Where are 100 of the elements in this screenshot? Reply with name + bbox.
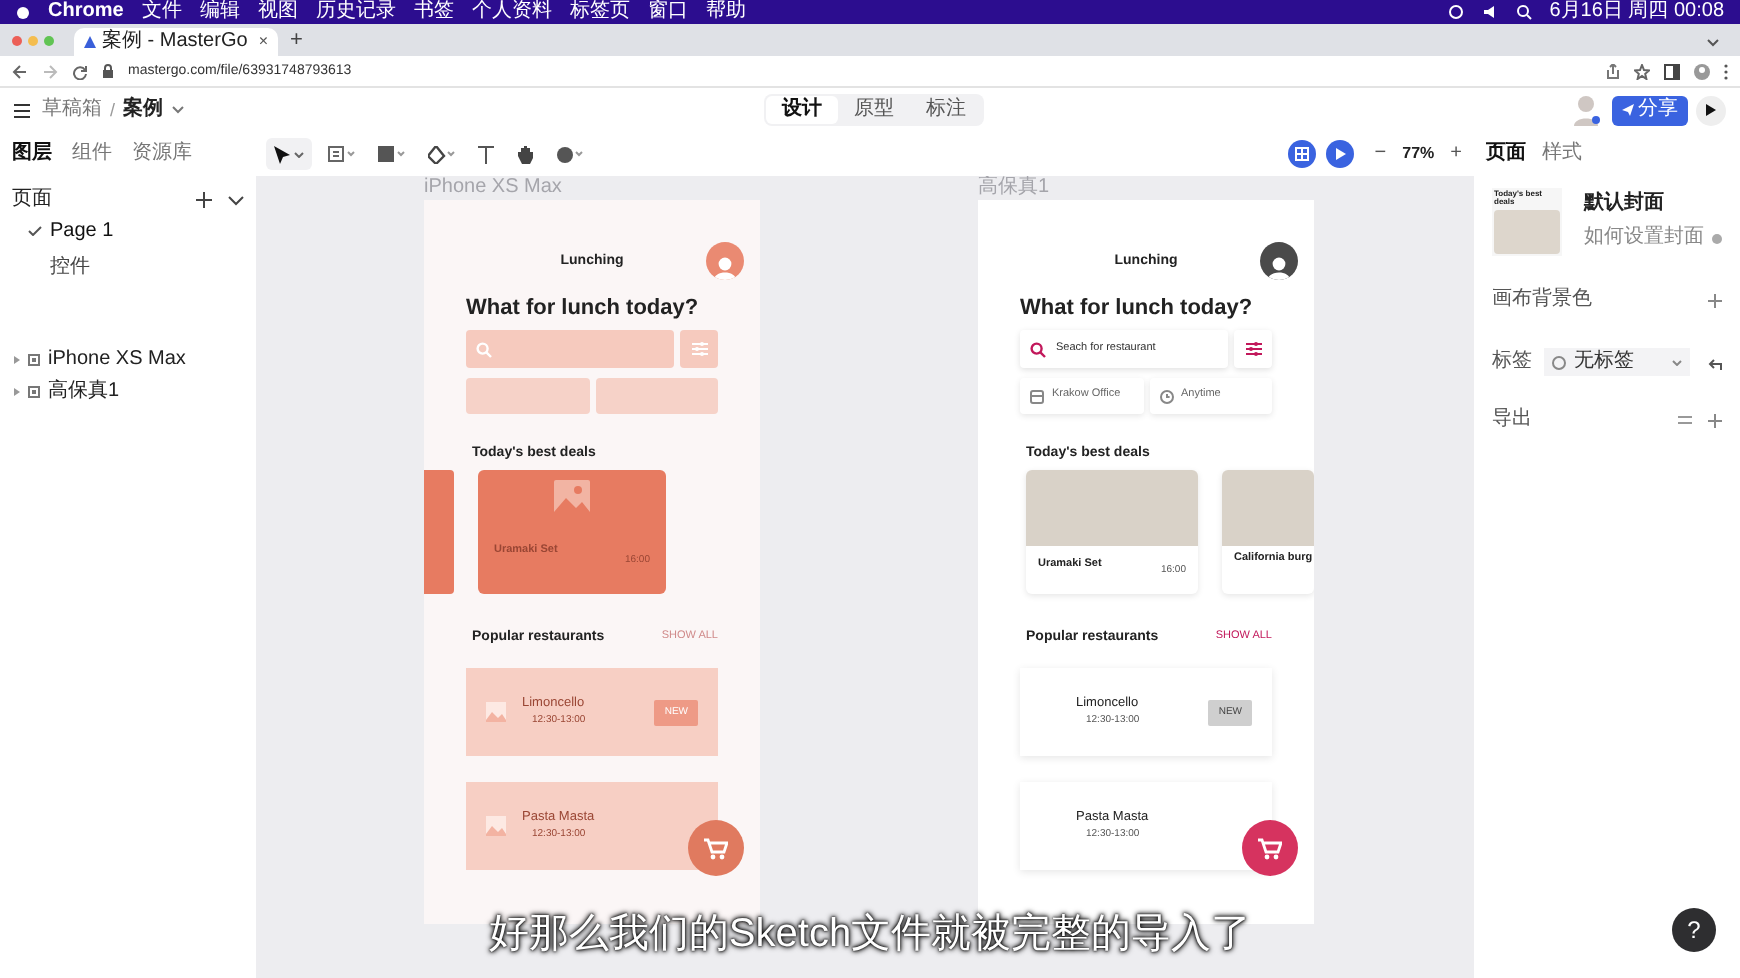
star-icon[interactable] — [1634, 63, 1650, 79]
pen-tool-icon[interactable] — [428, 145, 456, 163]
move-tool[interactable] — [266, 138, 312, 170]
menu-item[interactable]: 编辑 — [199, 2, 240, 22]
play-circle-icon[interactable] — [1326, 140, 1355, 168]
undo-icon[interactable] — [1708, 355, 1722, 369]
play-button[interactable] — [1696, 95, 1726, 125]
page-item[interactable]: Page 1 — [50, 221, 114, 241]
circle-icon — [1552, 355, 1566, 369]
mode-tab[interactable]: 标注 — [910, 96, 982, 124]
cursor-icon — [274, 145, 290, 163]
tab-title: 案例 - MasterGo — [102, 32, 250, 52]
food-photo-placeholder — [1222, 470, 1314, 546]
layer-item[interactable]: 高保真1 — [48, 382, 120, 402]
tag-value: 无标签 — [1574, 352, 1636, 372]
avatar-icon[interactable] — [1572, 94, 1600, 126]
caret-right-icon[interactable] — [14, 388, 20, 396]
chevron-down-icon — [1672, 359, 1682, 365]
chevron-down-icon[interactable] — [171, 106, 184, 114]
cover-title: 默认封面 — [1584, 194, 1666, 214]
text-tool-icon[interactable] — [478, 145, 494, 163]
share-page-icon[interactable] — [1606, 63, 1620, 79]
menu-item[interactable]: 个人资料 — [471, 2, 552, 22]
zoom-level[interactable]: 77% — [1402, 146, 1435, 162]
heading: What for lunch today? — [1020, 298, 1255, 320]
adjust-icon[interactable] — [1678, 414, 1692, 426]
breadcrumb-separator: / — [110, 101, 116, 119]
search-field[interactable] — [466, 330, 674, 368]
image-icon — [486, 702, 506, 722]
page-item[interactable]: 控件 — [50, 257, 90, 277]
image-icon — [486, 816, 506, 836]
mode-tab[interactable]: 设计 — [766, 96, 838, 124]
grid-circle-icon[interactable] — [1288, 140, 1317, 168]
circle-icon[interactable] — [1447, 4, 1464, 20]
building-icon — [1030, 389, 1044, 403]
menu-item[interactable]: 帮助 — [705, 2, 746, 22]
cart-button[interactable] — [1242, 820, 1298, 876]
breadcrumb-folder[interactable]: 草稿箱 — [42, 100, 102, 120]
caret-right-icon[interactable] — [14, 356, 20, 364]
person-icon — [714, 256, 736, 280]
cart-icon — [704, 837, 728, 859]
play-icon — [1706, 104, 1716, 116]
frame-icon — [28, 386, 40, 398]
menu-item[interactable]: 视图 — [257, 2, 298, 22]
image-icon — [554, 480, 590, 516]
menu-item[interactable]: 标签页 — [569, 2, 630, 22]
panel-tab[interactable]: 组件 — [72, 144, 112, 164]
chevron-down-icon — [294, 151, 304, 157]
property-label: 标签 — [1492, 352, 1534, 372]
new-tab-button[interactable]: + — [290, 30, 303, 52]
hand-tool-icon[interactable] — [516, 145, 534, 163]
person-icon — [1268, 256, 1290, 280]
back-arrow-icon[interactable] — [12, 63, 28, 79]
zoom-in-button[interactable]: + — [1450, 144, 1462, 164]
panel-tab[interactable]: 页面 — [1486, 144, 1526, 164]
close-window-icon[interactable] — [12, 35, 22, 45]
breadcrumb-file[interactable]: 案例 — [123, 100, 164, 120]
share-button[interactable]: 分享 — [1612, 95, 1688, 125]
menu-item[interactable]: 历史记录 — [315, 2, 396, 22]
chevron-down-icon[interactable] — [228, 195, 244, 205]
layer-item[interactable]: iPhone XS Max — [48, 350, 186, 370]
menu-item[interactable]: Chrome — [48, 2, 124, 22]
plus-icon[interactable] — [196, 192, 212, 208]
panel-tab[interactable]: 资源库 — [132, 144, 192, 164]
property-label: 导出 — [1492, 410, 1534, 430]
panel-tab[interactable]: 样式 — [1542, 144, 1582, 164]
chevron-down-icon[interactable] — [1706, 38, 1720, 48]
triangle-logo-icon — [84, 36, 96, 48]
section-title: 页面 — [12, 190, 52, 210]
paper-plane-icon — [1622, 104, 1634, 116]
cart-button[interactable] — [688, 820, 744, 876]
video-subtitle: 好那么我们的Sketch文件就被完整的导入了 — [488, 914, 1252, 954]
filter-button[interactable] — [1234, 330, 1272, 368]
cover-help-link[interactable]: 如何设置封面 — [1584, 228, 1704, 248]
cart-icon — [1258, 837, 1282, 859]
property-label: 画布背景色 — [1492, 290, 1592, 310]
comment-tool-icon[interactable] — [556, 145, 584, 163]
food-photo-placeholder — [1494, 210, 1560, 254]
frame-tool-icon[interactable] — [328, 146, 356, 162]
search-icon[interactable] — [1515, 4, 1532, 20]
panel-tab[interactable]: 图层 — [12, 144, 52, 164]
heading: What for lunch today? — [466, 298, 701, 320]
search-icon — [1030, 341, 1046, 357]
side-panel-icon[interactable] — [1664, 63, 1680, 79]
rectangle-tool-icon[interactable] — [378, 146, 406, 162]
avatar[interactable] — [1260, 242, 1298, 280]
profile-icon[interactable] — [1694, 63, 1710, 79]
sliders-icon — [691, 342, 707, 356]
clock-icon — [1159, 389, 1173, 403]
menu-item[interactable]: 书签 — [413, 2, 454, 22]
zoom-out-button[interactable]: − — [1374, 144, 1387, 164]
lock-icon — [102, 64, 114, 78]
browser-tab[interactable]: 案例 - MasterGo × — [74, 28, 278, 56]
speaker-icon[interactable] — [1481, 4, 1498, 20]
menu-icon[interactable] — [14, 103, 30, 117]
tag-dropdown[interactable]: 无标签 — [1544, 348, 1690, 376]
tab-close[interactable]: × — [258, 34, 268, 50]
sliders-icon — [1245, 342, 1261, 356]
reload-icon[interactable] — [72, 63, 88, 79]
mode-tab[interactable]: 原型 — [838, 96, 910, 124]
